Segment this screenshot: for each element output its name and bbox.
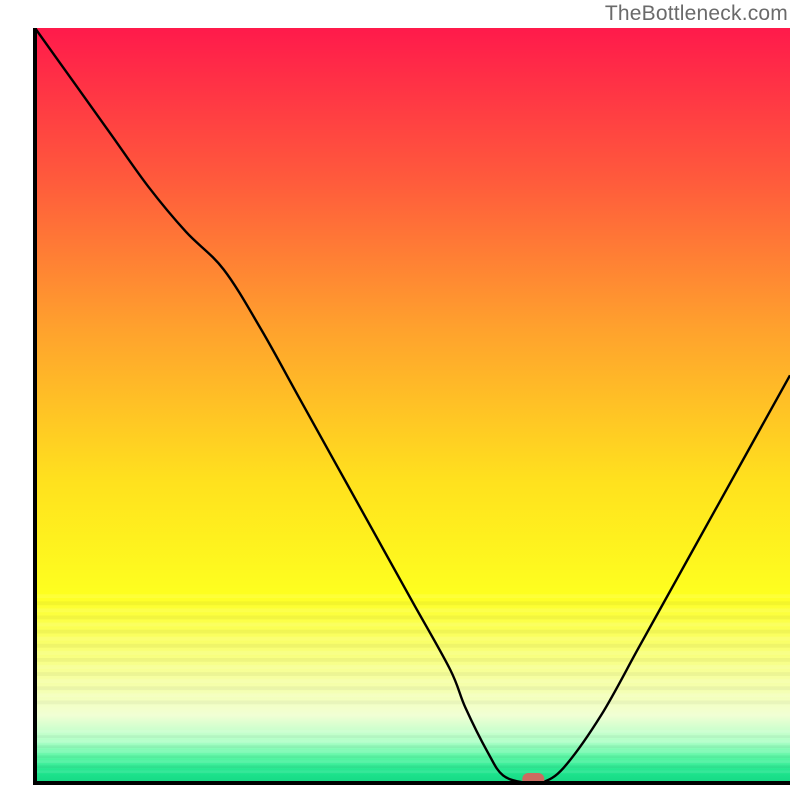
watermark-text: TheBottleneck.com: [605, 2, 788, 26]
bottleneck-chart: [0, 0, 800, 800]
chart-wrapper: TheBottleneck.com: [0, 0, 800, 800]
gradient-background: [35, 28, 790, 783]
